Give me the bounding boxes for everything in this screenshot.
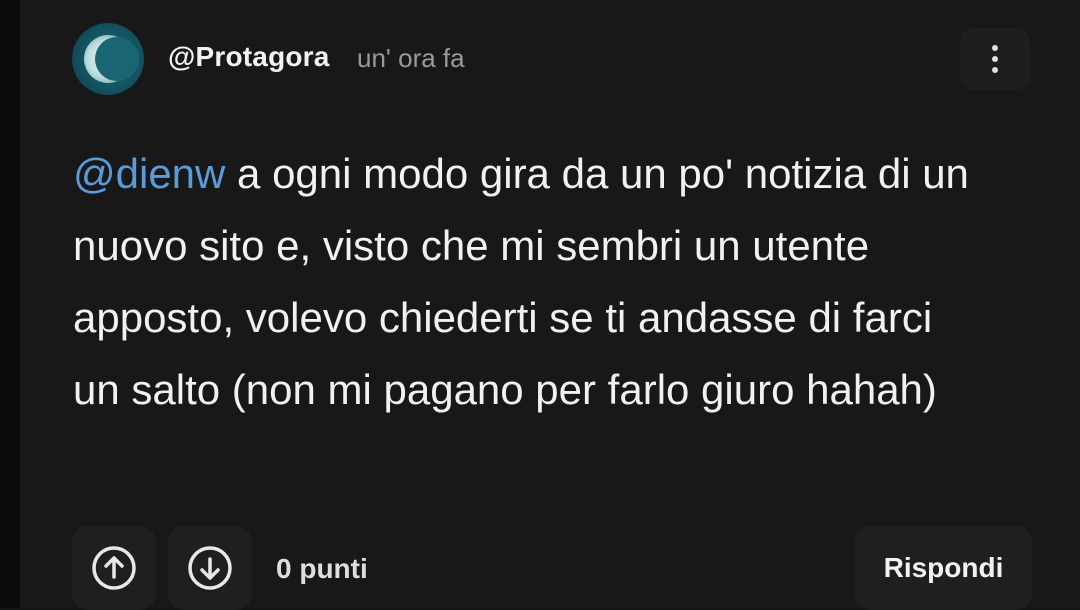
more-options-button[interactable]: [960, 28, 1030, 90]
comment-card: @Protagora un' ora fa @dienw a ogni modo…: [20, 0, 1080, 610]
downvote-button[interactable]: [168, 526, 252, 610]
more-vertical-icon: [992, 45, 998, 73]
comment-timestamp: un' ora fa: [357, 43, 465, 73]
left-edge-strip: [0, 0, 20, 608]
author-username[interactable]: @Protagora: [168, 41, 330, 73]
comment-body: @dienw a ogni modo gira da un po' notizi…: [73, 138, 973, 426]
vote-points: 0 punti: [276, 553, 368, 584]
arrow-down-circle-icon: [188, 546, 232, 590]
crescent-moon-icon: [84, 35, 139, 83]
arrow-up-circle-icon: [92, 546, 136, 590]
user-mention-link[interactable]: @dienw: [73, 150, 225, 197]
upvote-button[interactable]: [72, 526, 156, 610]
reply-button[interactable]: Rispondi: [855, 526, 1032, 610]
avatar[interactable]: [72, 23, 144, 95]
